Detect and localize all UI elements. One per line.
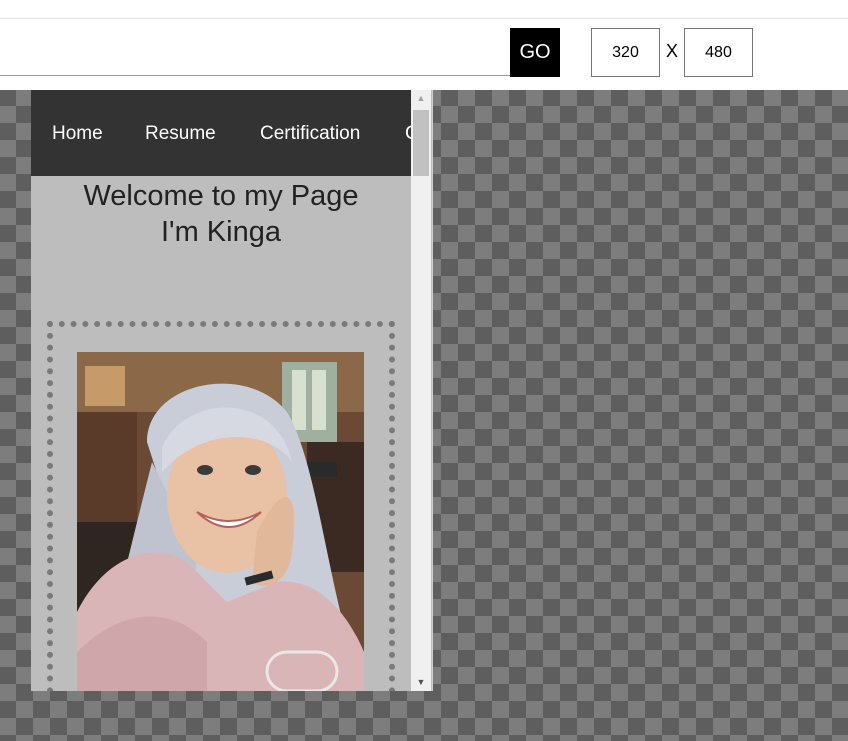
- welcome-heading: Welcome to my Page I'm Kinga: [31, 178, 411, 250]
- nav-home-link[interactable]: Home: [52, 123, 103, 145]
- preview-stage: Home Resume Certification C Welcome to m…: [0, 90, 848, 741]
- responsive-toolbar: GO X: [0, 0, 848, 90]
- welcome-line-1: Welcome to my Page: [83, 180, 359, 212]
- height-input[interactable]: [684, 28, 753, 77]
- scroll-thumb[interactable]: [413, 110, 429, 176]
- scroll-up-icon[interactable]: ▲: [411, 90, 431, 107]
- preview-scrollbar[interactable]: ▲ ▼: [411, 90, 431, 691]
- page-viewport[interactable]: Home Resume Certification C Welcome to m…: [31, 90, 411, 691]
- profile-photo: [77, 352, 364, 691]
- nav-resume-link[interactable]: Resume: [145, 123, 216, 145]
- url-input[interactable]: [0, 26, 510, 76]
- scroll-down-icon[interactable]: ▼: [411, 674, 431, 691]
- preview-frame: Home Resume Certification C Welcome to m…: [31, 90, 433, 691]
- site-nav: Home Resume Certification C: [31, 90, 411, 176]
- dimension-separator: X: [666, 41, 679, 61]
- go-button[interactable]: GO: [510, 28, 560, 77]
- toolbar-divider: [0, 18, 848, 19]
- nav-certification-link[interactable]: Certification: [260, 123, 360, 145]
- width-input[interactable]: [591, 28, 660, 77]
- welcome-line-2: I'm Kinga: [161, 216, 281, 248]
